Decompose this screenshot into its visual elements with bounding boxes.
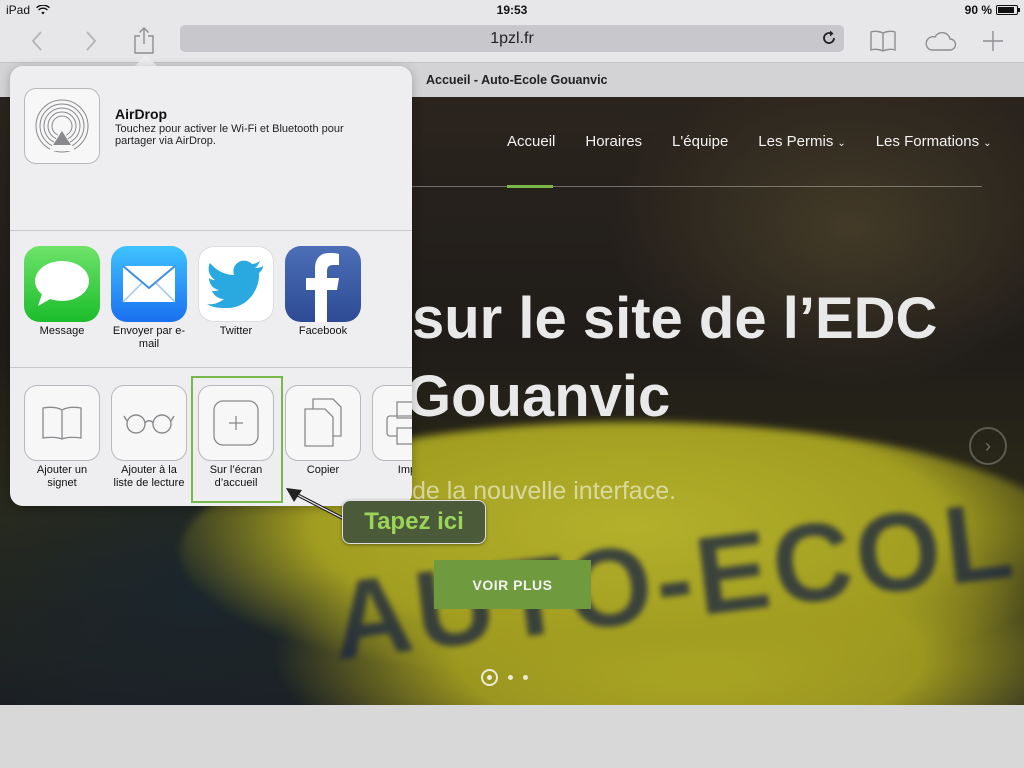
chevron-down-icon: ⌄ (983, 138, 992, 149)
forward-button[interactable] (76, 26, 106, 56)
hero-title-line2: Gouanvic (406, 364, 671, 429)
slide-dot-active[interactable] (481, 669, 498, 686)
tab-title[interactable]: Accueil - Auto-Ecole Gouanvic (426, 73, 608, 87)
voir-plus-button[interactable]: VOIR PLUS (434, 560, 591, 609)
nav-item-formations[interactable]: Les Formations ⌄ (876, 133, 992, 150)
url-text: 1pzl.fr (490, 30, 534, 47)
battery-icon (996, 5, 1020, 15)
slider-pagination (481, 669, 528, 686)
share-apps-row: Message Envoyer par e-mail Twitter Faceb… (10, 232, 412, 368)
highlight-add-to-home (191, 376, 283, 503)
nav-item-permis[interactable]: Les Permis ⌄ (758, 133, 845, 150)
share-message[interactable]: Message (23, 246, 101, 338)
chevron-right-icon (86, 31, 97, 51)
facebook-icon (285, 246, 361, 322)
action-copy[interactable]: Copier (284, 385, 362, 477)
share-sheet: AirDrop Touchez pour activer le Wi-Fi et… (10, 66, 412, 506)
cloud-icon (925, 31, 957, 51)
nav-item-equipe[interactable]: L'équipe (672, 133, 728, 150)
nav-active-indicator (507, 185, 553, 188)
back-button[interactable] (22, 26, 52, 56)
share-icon (134, 27, 154, 54)
print-icon (372, 385, 412, 461)
popover-arrow (135, 55, 157, 66)
action-reading-list[interactable]: Ajouter à la liste de lecture (110, 385, 188, 490)
mail-icon (111, 246, 187, 322)
hero-title-line1: sur le site de l’EDC (412, 286, 938, 351)
tapez-ici-callout: Tapez ici (342, 500, 486, 544)
open-book-icon (870, 30, 896, 52)
new-tab-button[interactable] (978, 26, 1008, 56)
chevron-down-icon: ⌄ (837, 138, 846, 149)
chevron-right-icon: › (985, 435, 991, 456)
share-twitter[interactable]: Twitter (197, 246, 275, 338)
bookmarks-button[interactable] (868, 26, 898, 56)
slide-dot[interactable] (523, 675, 528, 680)
airdrop-description: Touchez pour activer le Wi-Fi et Bluetoo… (115, 123, 344, 147)
battery-percent: 90 % (964, 3, 992, 17)
messages-icon (24, 246, 100, 322)
nav-divider (410, 186, 982, 187)
airdrop-section: AirDrop Touchez pour activer le Wi-Fi et… (10, 66, 412, 231)
clock: 19:53 (496, 3, 528, 17)
callout-arrow-icon (286, 488, 347, 522)
copy-icon (285, 385, 361, 461)
airdrop-title: AirDrop (115, 106, 168, 122)
twitter-icon (198, 246, 274, 322)
reload-icon[interactable] (820, 29, 838, 47)
slide-dot[interactable] (508, 675, 513, 680)
nav-item-horaires[interactable]: Horaires (585, 133, 642, 150)
glasses-icon (111, 385, 187, 461)
share-email[interactable]: Envoyer par e-mail (110, 246, 188, 351)
share-facebook[interactable]: Facebook (284, 246, 362, 338)
icloud-tabs-button[interactable] (922, 26, 958, 56)
status-bar: iPad 19:53 90 % (0, 0, 1024, 20)
action-add-bookmark[interactable]: Ajouter un signet (23, 385, 101, 490)
chevron-left-icon (31, 31, 42, 51)
nav-item-accueil[interactable]: Accueil (507, 133, 555, 150)
site-navigation: Accueil Horaires L'équipe Les Permis ⌄ Le… (507, 133, 991, 150)
slider-next-button[interactable]: › (969, 427, 1007, 465)
address-bar[interactable]: 1pzl.fr (180, 25, 844, 52)
share-button[interactable] (129, 26, 159, 56)
page-bottom-area (0, 705, 1024, 768)
book-icon (24, 385, 100, 461)
airdrop-icon[interactable] (24, 88, 100, 164)
action-print[interactable]: Impri (371, 385, 412, 477)
plus-icon (983, 31, 1003, 51)
